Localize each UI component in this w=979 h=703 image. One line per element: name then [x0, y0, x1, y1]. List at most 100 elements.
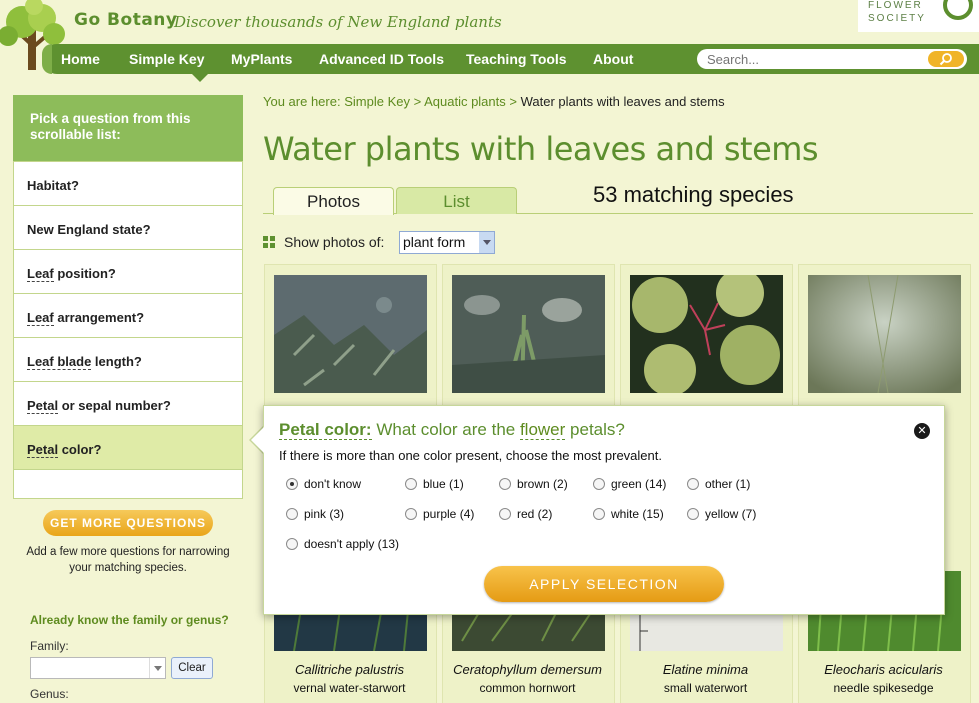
- question-petal-or-sepal-number[interactable]: Petal or sepal number?: [14, 382, 242, 426]
- society-line-1: FLOWER: [868, 0, 923, 11]
- brand-name[interactable]: Go Botany: [74, 10, 177, 30]
- question-title: Petal color: What color are the flower p…: [279, 420, 625, 440]
- photo-type-value: plant form: [403, 234, 466, 250]
- glossary-term[interactable]: Petal: [27, 442, 59, 458]
- family-genus-heading: Already know the family or genus?: [30, 613, 229, 627]
- question-list[interactable]: Habitat? New England state? Leaf positio…: [13, 161, 243, 499]
- question-label: color?: [58, 442, 102, 457]
- search-input[interactable]: [707, 51, 917, 67]
- glossary-term[interactable]: Leaf blade: [27, 354, 92, 370]
- option-label: don't know: [304, 477, 361, 491]
- character-name: Petal color:: [279, 420, 372, 440]
- option-white[interactable]: white (15): [593, 507, 664, 521]
- option-green[interactable]: green (14): [593, 477, 666, 491]
- question-leaf-arrangement[interactable]: Leaf arrangement?: [14, 294, 242, 338]
- option-yellow[interactable]: yellow (7): [687, 507, 756, 521]
- society-line-2: SOCIETY: [868, 13, 926, 24]
- nav-advanced-id-tools[interactable]: Advanced ID Tools: [319, 51, 444, 67]
- option-label: yellow (7): [705, 507, 757, 521]
- glossary-term[interactable]: Petal color:: [279, 420, 372, 440]
- radio[interactable]: [593, 508, 605, 520]
- chevron-down-icon: [149, 658, 165, 678]
- option-label: pink (3): [304, 507, 345, 521]
- sidebar-heading: Pick a question from this scrollable lis…: [13, 95, 243, 161]
- tab-list[interactable]: List: [396, 187, 517, 214]
- species-photo[interactable]: [452, 275, 605, 393]
- option-red[interactable]: red (2): [499, 507, 552, 521]
- option-label: white (15): [611, 507, 664, 521]
- glossary-term[interactable]: Petal: [27, 398, 59, 414]
- close-icon[interactable]: ✕: [914, 423, 930, 439]
- radio[interactable]: [286, 508, 298, 520]
- species-common-name[interactable]: vernal water-starwort: [262, 681, 437, 695]
- radio[interactable]: [499, 508, 511, 520]
- question-text-post: petals?: [565, 420, 625, 439]
- glossary-term[interactable]: Leaf: [27, 310, 54, 326]
- more-questions-description: Add a few more questions for narrowing y…: [26, 546, 230, 574]
- search-icon: [939, 53, 952, 66]
- glossary-term-flower[interactable]: flower: [519, 420, 566, 440]
- radio[interactable]: [499, 478, 511, 490]
- nav-about[interactable]: About: [593, 51, 633, 67]
- species-photo[interactable]: [274, 275, 427, 393]
- species-scientific-name[interactable]: Ceratophyllum demersum: [440, 662, 615, 677]
- nav-simple-key[interactable]: Simple Key: [129, 51, 204, 67]
- option-blue[interactable]: blue (1): [405, 477, 464, 491]
- radio[interactable]: [286, 538, 298, 550]
- option-brown[interactable]: brown (2): [499, 477, 568, 491]
- option-pink[interactable]: pink (3): [286, 507, 344, 521]
- option-label: blue (1): [423, 477, 464, 491]
- society-emblem-icon: [943, 0, 973, 20]
- option-purple[interactable]: purple (4): [405, 507, 474, 521]
- radio[interactable]: [405, 478, 417, 490]
- question-petal-color[interactable]: Petal color?: [14, 426, 242, 470]
- tagline: Discover thousands of New England plants: [174, 13, 502, 31]
- radio-selected[interactable]: [286, 478, 298, 490]
- clear-button[interactable]: Clear: [171, 657, 213, 679]
- question-leaf-blade-length[interactable]: Leaf blade length?: [14, 338, 242, 382]
- breadcrumb-link-aquatic-plants[interactable]: Aquatic plants: [424, 94, 506, 109]
- nav-home[interactable]: Home: [61, 51, 100, 67]
- question-habitat[interactable]: Habitat?: [14, 162, 242, 206]
- search-box: [697, 49, 967, 69]
- get-more-questions-button[interactable]: GET MORE QUESTIONS: [43, 510, 213, 536]
- option-other[interactable]: other (1): [687, 477, 750, 491]
- family-label: Family:: [30, 639, 69, 653]
- species-common-name[interactable]: small waterwort: [618, 681, 793, 695]
- species-photo[interactable]: [630, 275, 783, 393]
- breadcrumb-link-simple-key[interactable]: Simple Key: [344, 94, 410, 109]
- popup-pointer: [251, 427, 264, 453]
- nav-teaching-tools[interactable]: Teaching Tools: [466, 51, 567, 67]
- family-select[interactable]: [30, 657, 166, 679]
- option-dont-know[interactable]: don't know: [286, 477, 361, 491]
- question-label: or sepal number?: [58, 398, 171, 413]
- option-doesnt-apply[interactable]: doesn't apply (13): [286, 537, 399, 551]
- species-scientific-name[interactable]: Callitriche palustris: [262, 662, 437, 677]
- page-title: Water plants with leaves and stems: [263, 130, 819, 168]
- species-photo[interactable]: [808, 275, 961, 393]
- tab-photos[interactable]: Photos: [273, 187, 394, 215]
- radio[interactable]: [405, 508, 417, 520]
- radio[interactable]: [593, 478, 605, 490]
- matching-species-count: 53 matching species: [593, 182, 794, 207]
- search-button[interactable]: [928, 51, 964, 67]
- radio[interactable]: [687, 508, 699, 520]
- photo-type-select[interactable]: plant form: [399, 231, 495, 254]
- question-label: New England state?: [27, 222, 151, 237]
- species-common-name[interactable]: needle spikesedge: [796, 681, 971, 695]
- species-scientific-name[interactable]: Elatine minima: [618, 662, 793, 677]
- show-photos-label: Show photos of:: [284, 234, 385, 250]
- question-leaf-position[interactable]: Leaf position?: [14, 250, 242, 294]
- question-label: Habitat?: [27, 178, 79, 193]
- radio[interactable]: [687, 478, 699, 490]
- apply-selection-button[interactable]: APPLY SELECTION: [484, 566, 724, 602]
- question-new-england-state[interactable]: New England state?: [14, 206, 242, 250]
- glossary-term[interactable]: Leaf: [27, 266, 54, 282]
- species-scientific-name[interactable]: Eleocharis acicularis: [796, 662, 971, 677]
- nav-myplants[interactable]: MyPlants: [231, 51, 292, 67]
- species-common-name[interactable]: common hornwort: [440, 681, 615, 695]
- new-england-wild-flower-society-logo[interactable]: FLOWER SOCIETY: [858, 0, 979, 32]
- breadcrumb: You are here: Simple Key > Aquatic plant…: [263, 94, 725, 109]
- genus-label: Genus:: [30, 687, 69, 701]
- question-instructions: If there is more than one color present,…: [279, 448, 662, 463]
